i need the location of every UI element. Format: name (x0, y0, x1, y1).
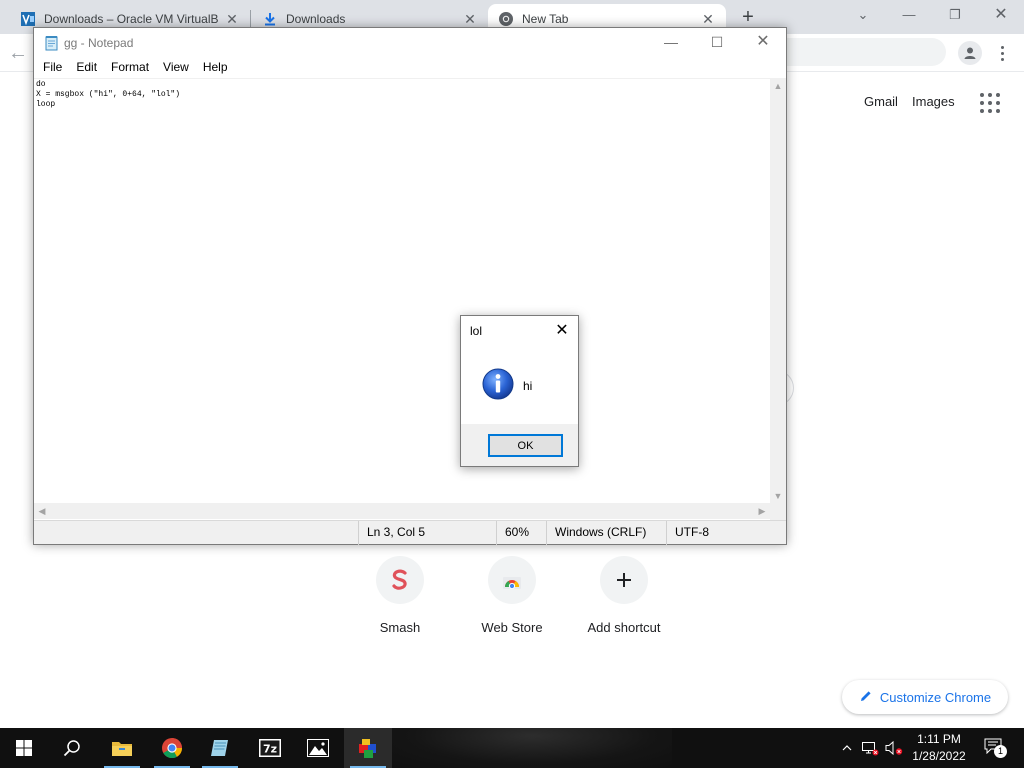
shortcut-label: Smash (379, 620, 421, 635)
menu-format[interactable]: Format (104, 58, 156, 78)
customize-chrome-label: Customize Chrome (879, 689, 992, 705)
taskbar-file-explorer[interactable] (98, 728, 146, 768)
notepad-statusbar: Ln 3, Col 5 60% Windows (CRLF) UTF-8 (34, 520, 786, 545)
clock-time: 1:11 PM (917, 732, 961, 746)
chrome-icon (498, 11, 514, 27)
shortcut-label: Web Store (481, 620, 543, 635)
encoding: UTF-8 (666, 521, 786, 545)
virtualbox-icon (359, 739, 376, 758)
tab-title: New Tab (522, 12, 569, 26)
tab-title: Downloads (286, 12, 346, 26)
notepad-title: gg - Notepad (64, 36, 134, 50)
notepad-titlebar[interactable]: gg - Notepad — ☐ ✕ (34, 28, 786, 58)
close-tab-icon[interactable]: ✕ (462, 11, 478, 27)
shortcut-smash[interactable]: Smash (344, 556, 456, 640)
scroll-down-icon[interactable]: ▼ (770, 488, 786, 504)
notepad-text-area[interactable]: do X = msgbox ("hi", 0+64, "lol") loop (34, 78, 770, 530)
taskbar-7zip[interactable]: 7z (246, 728, 294, 768)
cursor-position: Ln 3, Col 5 (358, 521, 496, 545)
web-store-icon (488, 556, 536, 604)
vertical-scrollbar[interactable]: ▲ ▼ (770, 78, 786, 530)
start-button[interactable] (0, 728, 48, 768)
tab-separator (250, 10, 251, 28)
dialog-title: lol (470, 324, 483, 338)
dialog-footer: OK (461, 424, 578, 466)
desktop-wallpaper-strip (392, 728, 672, 768)
clock-date: 1/28/2022 (912, 749, 966, 763)
close-icon[interactable]: ✕ (740, 28, 786, 58)
photos-icon (307, 739, 329, 757)
smash-icon (376, 556, 424, 604)
pencil-icon (859, 689, 873, 706)
close-icon[interactable]: ✕ (551, 320, 573, 342)
back-arrow-icon[interactable]: ← (8, 42, 32, 64)
scroll-up-icon[interactable]: ▲ (770, 78, 786, 94)
taskbar-chrome[interactable] (148, 728, 196, 768)
7zip-icon: 7z (259, 739, 281, 757)
volume-muted-icon[interactable] (882, 728, 906, 768)
chrome-menu-icon[interactable] (994, 41, 1010, 65)
download-icon (262, 11, 278, 27)
file-explorer-icon (112, 742, 132, 756)
maximize-icon[interactable]: ☐ (694, 28, 740, 58)
taskbar-photos[interactable] (294, 728, 342, 768)
gmail-link[interactable]: Gmail (864, 94, 898, 109)
search-icon (63, 740, 80, 757)
action-center-button[interactable]: 1 (978, 728, 1012, 768)
ok-button[interactable]: OK (488, 434, 563, 457)
scrollbar-corner (770, 503, 786, 519)
menu-help[interactable]: Help (196, 58, 235, 78)
windows-logo-icon (16, 740, 32, 756)
notification-icon: 1 (984, 738, 1007, 758)
info-icon (482, 368, 514, 400)
images-link[interactable]: Images (912, 94, 955, 109)
notepad-icon (44, 35, 60, 51)
scroll-left-icon[interactable]: ◀ (34, 503, 50, 519)
tab-search-icon[interactable]: ⌄ (848, 4, 878, 26)
close-tab-icon[interactable]: ✕ (700, 11, 716, 27)
chrome-icon (162, 738, 183, 759)
menu-edit[interactable]: Edit (69, 58, 104, 78)
plus-icon (600, 556, 648, 604)
message-box-dialog: lol ✕ hi OK (460, 315, 579, 467)
dialog-message: hi (523, 379, 533, 393)
show-hidden-icons-chevron-icon[interactable] (838, 728, 856, 768)
close-tab-icon[interactable]: ✕ (224, 11, 240, 27)
system-clock[interactable]: 1:11 PM 1/28/2022 (908, 731, 970, 765)
minimize-icon[interactable]: — (648, 28, 694, 58)
svg-text:7z: 7z (263, 743, 277, 756)
search-button[interactable] (48, 728, 96, 768)
menu-view[interactable]: View (156, 58, 196, 78)
taskbar-virtualbox[interactable] (344, 728, 392, 768)
menu-file[interactable]: File (36, 58, 69, 78)
windows-taskbar: 7z 1:11 PM 1/28/2022 1 (0, 728, 1024, 768)
notepad-window: gg - Notepad — ☐ ✕ File Edit Format View… (33, 27, 787, 545)
taskbar-notepad[interactable] (196, 728, 244, 768)
scroll-right-icon[interactable]: ▶ (754, 503, 770, 519)
restore-icon[interactable]: ❐ (940, 4, 970, 26)
network-disconnected-icon[interactable] (860, 728, 880, 768)
close-window-icon[interactable]: ✕ (986, 4, 1016, 26)
horizontal-scrollbar[interactable]: ◀ ▶ (34, 503, 770, 519)
google-apps-icon[interactable] (980, 93, 1000, 113)
profile-avatar-icon[interactable] (958, 41, 982, 65)
line-ending: Windows (CRLF) (546, 521, 666, 545)
notepad-icon (211, 740, 228, 756)
notification-count-badge: 1 (994, 745, 1007, 758)
minimize-icon[interactable]: — (894, 4, 924, 26)
customize-chrome-button[interactable]: Customize Chrome (842, 680, 1008, 714)
shortcut-web-store[interactable]: Web Store (456, 556, 568, 640)
notepad-menubar: File Edit Format View Help (34, 58, 786, 78)
zoom-level: 60% (496, 521, 546, 545)
shortcut-add[interactable]: Add shortcut (568, 556, 680, 640)
tab-title: Downloads – Oracle VM VirtualB (44, 12, 219, 26)
virtualbox-icon (20, 11, 36, 27)
shortcut-label: Add shortcut (587, 620, 661, 635)
